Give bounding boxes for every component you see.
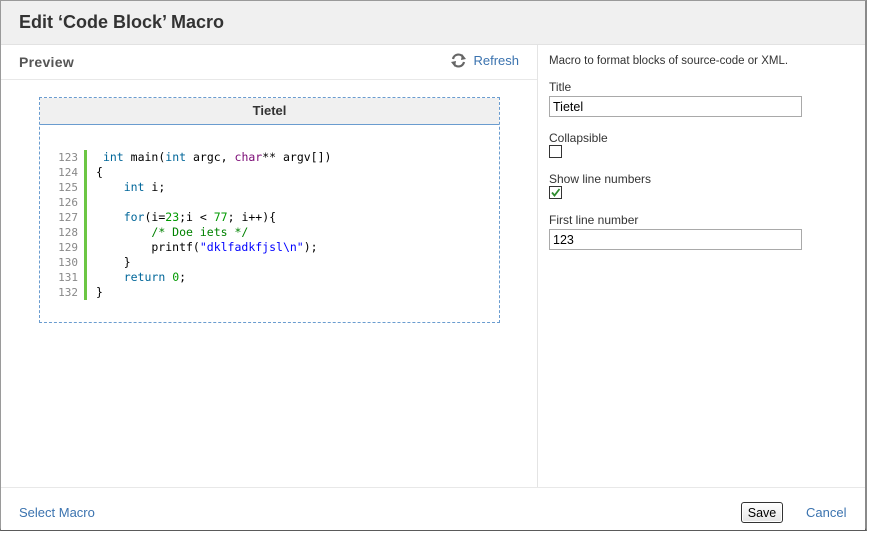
gutter-bar xyxy=(84,285,87,300)
line-numbers-label: Show line numbers xyxy=(549,172,652,186)
code-text: int i; xyxy=(123,180,166,194)
code-line: 131 return 0; xyxy=(40,270,499,285)
line-number: 128 xyxy=(58,226,78,239)
dialog-footer: Select Macro Save Cancel xyxy=(1,487,865,530)
line-number: 131 xyxy=(58,271,78,284)
code-line: 132} xyxy=(40,285,499,300)
line-number: 127 xyxy=(58,211,78,224)
save-button[interactable]: Save xyxy=(741,502,783,523)
gutter-bar xyxy=(84,255,87,270)
refresh-icon xyxy=(451,53,467,68)
collapsible-checkbox[interactable] xyxy=(549,145,562,158)
code-line: 126 xyxy=(40,195,499,210)
code-block-preview: Tietel 123 int main(int argc, char** arg… xyxy=(39,97,500,323)
gutter-bar xyxy=(84,225,87,240)
code-block-body: 123 int main(int argc, char** argv[]) 124… xyxy=(40,150,499,300)
line-number: 125 xyxy=(58,181,78,194)
line-number: 123 xyxy=(58,151,78,164)
code-text: return 0; xyxy=(123,270,187,284)
macro-form-panel: Macro to format blocks of source-code or… xyxy=(538,45,865,487)
preview-title: Preview xyxy=(19,54,75,70)
code-text: } xyxy=(96,255,131,269)
line-number: 130 xyxy=(58,256,78,269)
line-number: 129 xyxy=(58,241,78,254)
code-line: 124 { xyxy=(40,165,499,180)
first-line-input[interactable] xyxy=(549,229,802,250)
gutter-bar xyxy=(84,165,87,180)
gutter-bar xyxy=(84,150,87,165)
title-label: Title xyxy=(549,80,572,94)
line-number: 132 xyxy=(58,286,78,299)
code-line: 130 } xyxy=(40,255,499,270)
code-line: 123 int main(int argc, char** argv[]) xyxy=(40,150,499,165)
code-line: 125 int i; xyxy=(40,180,499,195)
title-input[interactable] xyxy=(549,96,802,117)
code-text: { xyxy=(96,165,103,179)
select-macro-link[interactable]: Select Macro xyxy=(19,505,95,520)
dialog-titlebar: Edit ‘Code Block’ Macro xyxy=(1,1,865,45)
preview-panel: Preview Refresh Tietel 123 int main(int … xyxy=(1,45,538,487)
gutter-bar xyxy=(84,210,87,225)
code-text: for(i=23;i < 77; i++){ xyxy=(123,210,277,224)
refresh-label: Refresh xyxy=(473,53,519,68)
gutter-bar xyxy=(84,240,87,255)
gutter-bar xyxy=(84,270,87,285)
gutter-bar xyxy=(84,195,87,210)
code-block-title: Tietel xyxy=(40,98,499,125)
line-number: 126 xyxy=(58,196,78,209)
edit-macro-dialog: Edit ‘Code Block’ Macro Preview Refresh … xyxy=(0,0,867,531)
first-line-label: First line number xyxy=(549,213,639,227)
code-line: 127 for(i=23;i < 77; i++){ xyxy=(40,210,499,225)
line-number: 124 xyxy=(58,166,78,179)
preview-header: Preview Refresh xyxy=(1,45,537,80)
dialog-title: Edit ‘Code Block’ Macro xyxy=(19,12,225,32)
code-text: /* Doe iets */ xyxy=(151,225,249,239)
line-numbers-checkbox[interactable] xyxy=(549,186,562,199)
refresh-button[interactable]: Refresh xyxy=(450,53,519,68)
checkmark-icon xyxy=(551,188,561,197)
code-line: 129 printf("dklfadkfjsl\n"); xyxy=(40,240,499,255)
code-line: 128 /* Doe iets */ xyxy=(40,225,499,240)
gutter-bar xyxy=(84,180,87,195)
code-text: } xyxy=(96,285,103,299)
collapsible-label: Collapsible xyxy=(549,131,608,145)
code-text: int main(int argc, char** argv[]) xyxy=(102,150,332,164)
macro-description: Macro to format blocks of source-code or… xyxy=(549,55,789,67)
code-text: printf("dklfadkfjsl\n"); xyxy=(96,240,318,254)
cancel-link[interactable]: Cancel xyxy=(806,505,846,520)
